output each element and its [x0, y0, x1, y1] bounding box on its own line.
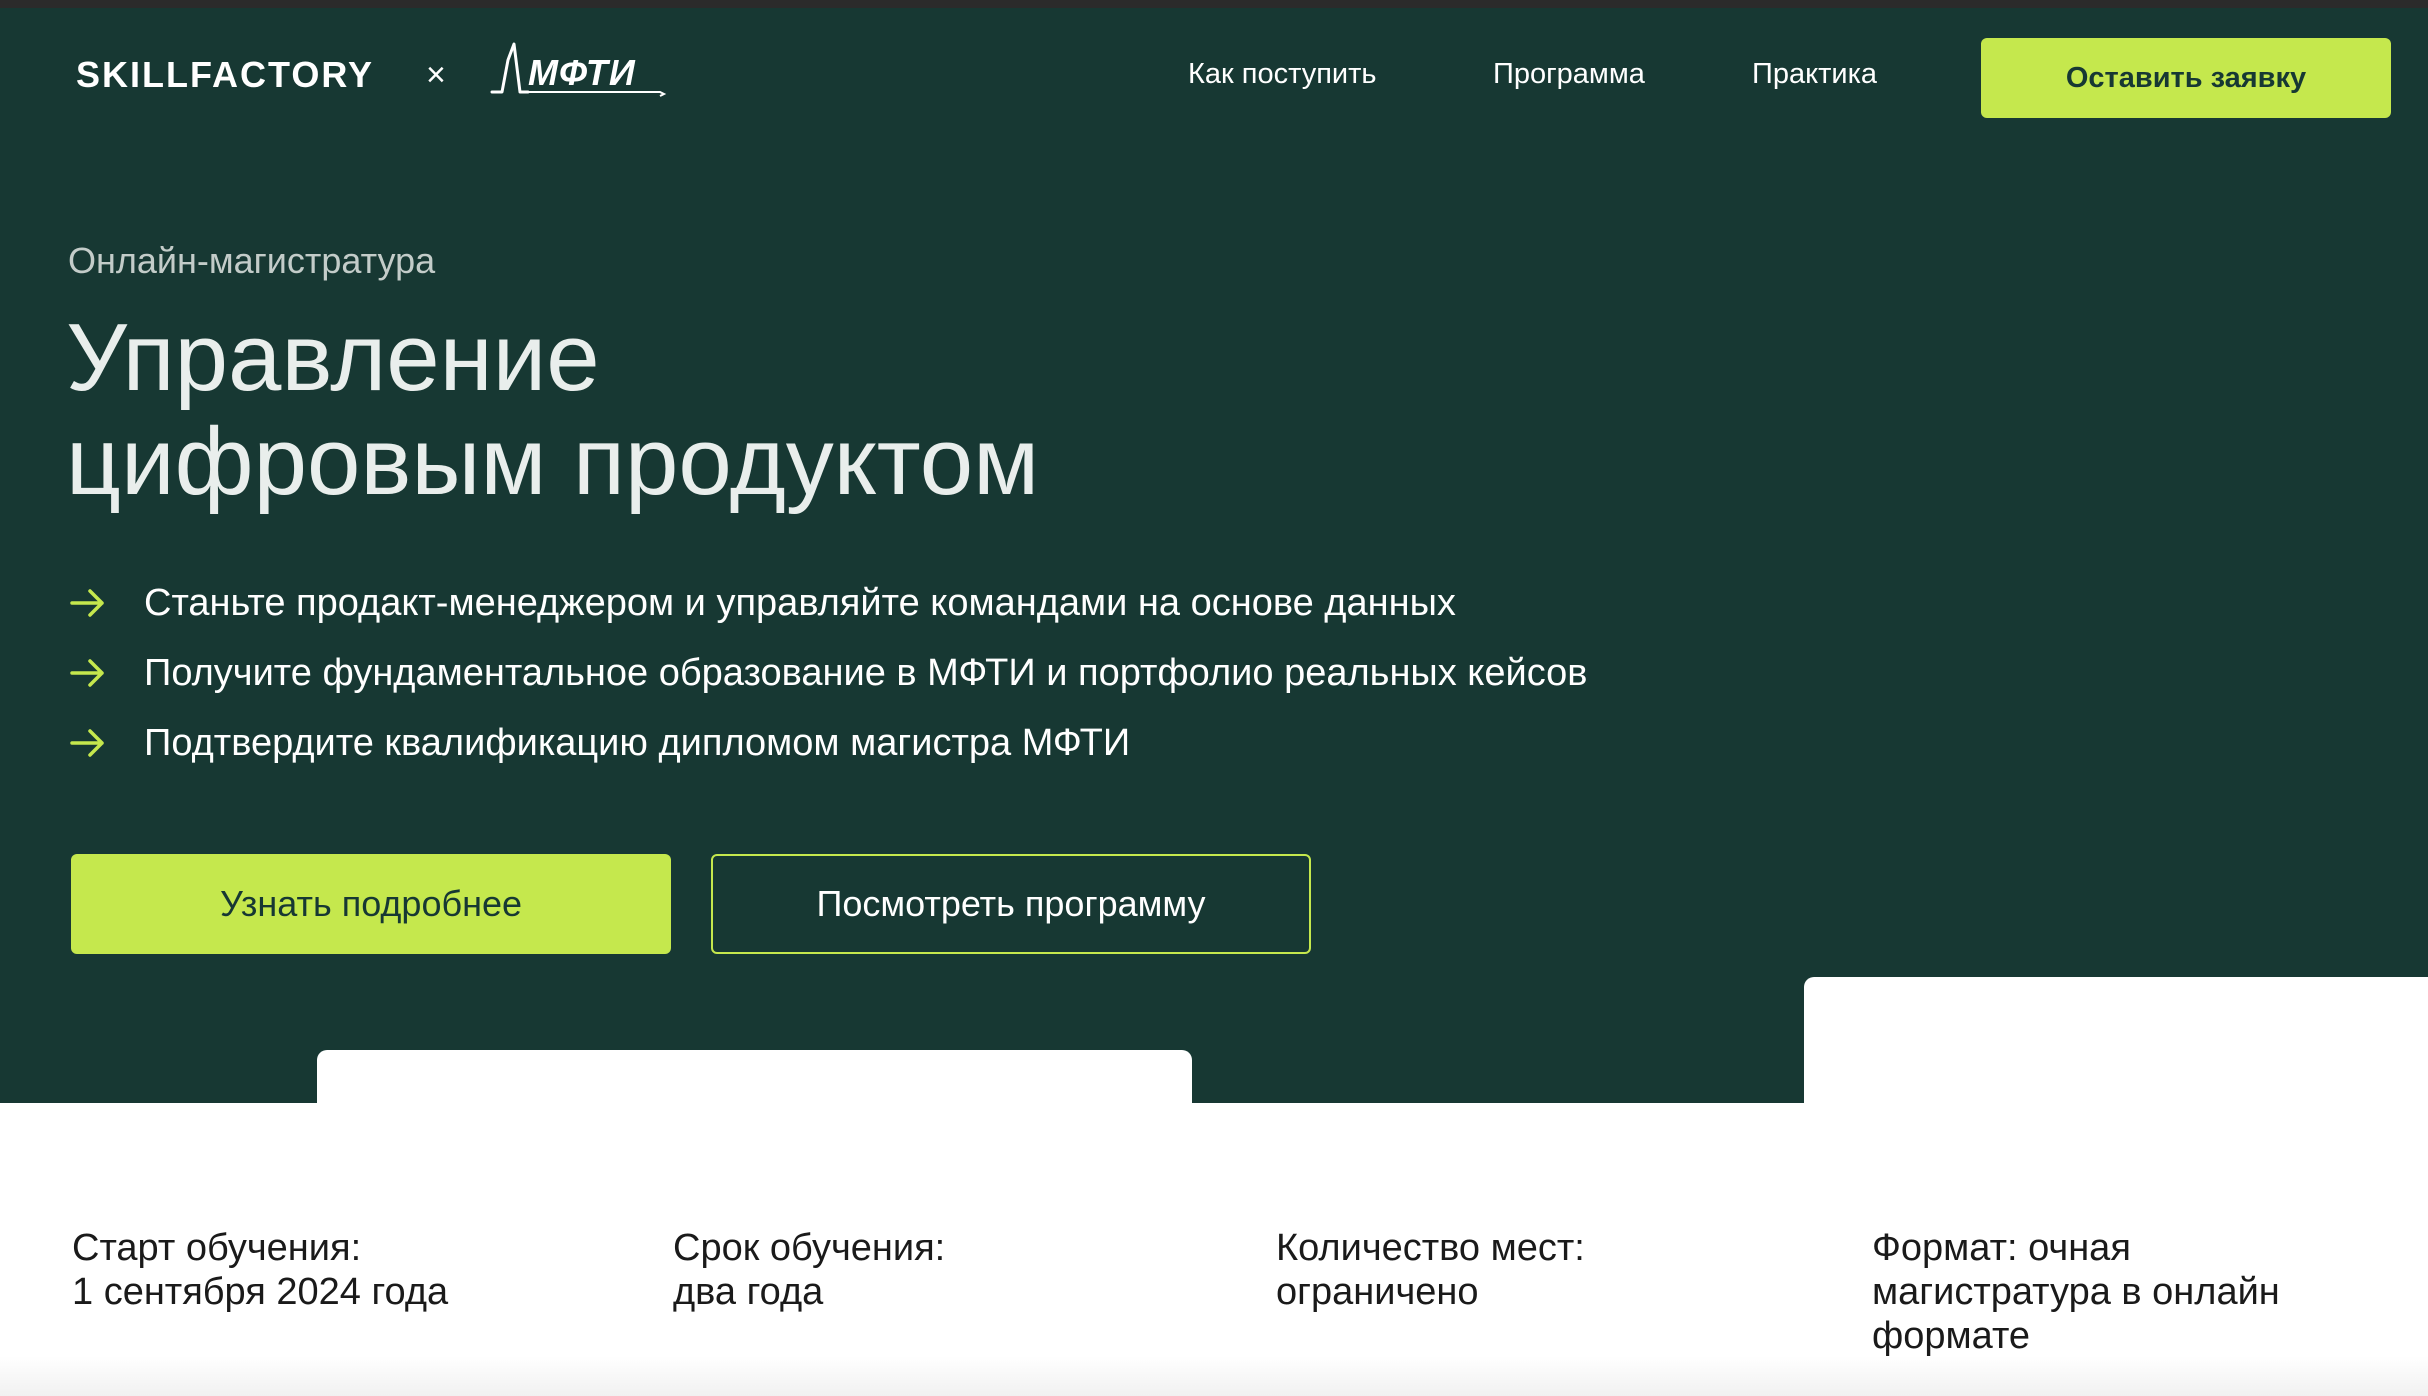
nav-how-to-apply[interactable]: Как поступить — [1188, 58, 1377, 91]
hero-cutout-middle — [317, 1050, 1192, 1110]
fact-seats: Количество мест: ограничено — [1276, 1226, 1585, 1314]
fact-line: формате — [1872, 1315, 2031, 1357]
fact-line: Формат: очная — [1872, 1227, 2131, 1269]
hero-cutout-right — [1804, 977, 2428, 1117]
fact-line: магистратура в онлайн — [1872, 1271, 2280, 1313]
fact-label: Старт обучения: — [72, 1227, 362, 1269]
logo-separator: × — [426, 56, 446, 94]
fact-value: два года — [673, 1271, 824, 1313]
bullet-text: Получите фундаментальное образование в М… — [144, 651, 1588, 694]
list-item: Получите фундаментальное образование в М… — [68, 638, 1587, 708]
list-item: Станьте продакт-менеджером и управляйте … — [68, 568, 1587, 638]
hero-eyebrow: Онлайн-магистратура — [68, 240, 436, 281]
skillfactory-logo[interactable]: SKILLFACTORY — [76, 54, 374, 96]
fact-duration: Срок обучения: два года — [673, 1226, 945, 1314]
browser-top-strip — [0, 0, 2428, 8]
bottom-fade — [0, 1356, 2428, 1396]
arrow-right-icon — [70, 729, 104, 757]
mipt-logo-text: МФТИ — [528, 52, 636, 93]
apply-button[interactable]: Оставить заявку — [1981, 38, 2391, 118]
list-item: Подтвердите квалификацию дипломом магист… — [68, 708, 1587, 778]
hero-title: Управление цифровым продуктом — [66, 306, 1039, 514]
bullet-text: Подтвердите квалификацию дипломом магист… — [144, 721, 1131, 764]
fact-value: ограничено — [1276, 1271, 1479, 1313]
view-program-button[interactable]: Посмотреть программу — [711, 854, 1311, 954]
nav-practice[interactable]: Практика — [1752, 58, 1877, 91]
fact-label: Количество мест: — [1276, 1227, 1585, 1269]
hero-title-line-1: Управление — [66, 304, 600, 411]
fact-format: Формат: очная магистратура в онлайн форм… — [1872, 1226, 2280, 1358]
fact-start: Старт обучения: 1 сентября 2024 года — [72, 1226, 448, 1314]
arrow-right-icon — [70, 659, 104, 687]
hero-bullet-list: Станьте продакт-менеджером и управляйте … — [68, 568, 1587, 778]
nav-program[interactable]: Программа — [1493, 58, 1645, 91]
bullet-text: Станьте продакт-менеджером и управляйте … — [144, 581, 1456, 624]
hero-title-line-2: цифровым продуктом — [66, 408, 1040, 515]
page: SKILLFACTORY × МФТИ Как поступить Програ… — [0, 0, 2428, 1396]
learn-more-button[interactable]: Узнать подробнее — [71, 854, 671, 954]
arrow-right-icon — [70, 589, 104, 617]
fact-label: Срок обучения: — [673, 1227, 946, 1269]
fact-value: 1 сентября 2024 года — [72, 1271, 449, 1313]
